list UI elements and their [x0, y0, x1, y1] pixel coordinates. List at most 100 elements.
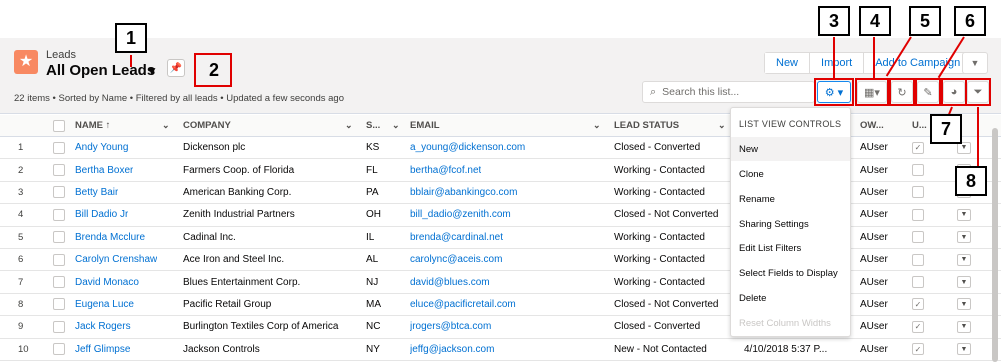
email-link[interactable]: eluce@pacificretail.com [410, 294, 516, 315]
company-cell: Zenith Industrial Partners [183, 209, 295, 221]
menu-item-rename[interactable]: Rename [731, 187, 850, 211]
email-link[interactable]: jeffg@jackson.com [410, 339, 494, 360]
chevron-down-icon[interactable]: ⌄ [162, 115, 170, 136]
callout-4: 4 [859, 6, 891, 36]
lead-status-cell: Working - Contacted [614, 231, 705, 243]
chevron-down-icon[interactable]: ⌄ [593, 115, 601, 136]
lead-name-link[interactable]: Jeff Glimpse [75, 339, 130, 360]
owner-cell: AUser [860, 276, 888, 288]
state-cell: FL [366, 164, 378, 176]
row-select-checkbox[interactable] [53, 231, 65, 244]
lead-name-link[interactable]: Carolyn Crenshaw [75, 249, 157, 270]
list-meta-info: 22 items • Sorted by Name • Filtered by … [14, 93, 344, 104]
email-link[interactable]: david@blues.com [410, 271, 490, 292]
email-link[interactable]: carolync@aceis.com [410, 249, 502, 270]
column-header-lead-status[interactable]: LEAD STATUS [614, 115, 679, 136]
email-link[interactable]: jrogers@btca.com [410, 316, 491, 337]
row-select-checkbox[interactable] [53, 208, 65, 221]
email-link[interactable]: a_young@dickenson.com [410, 137, 525, 158]
menu-item-edit-list-filters[interactable]: Edit List Filters [731, 236, 850, 260]
search-icon: ⌕ [650, 85, 657, 98]
search-input[interactable] [662, 86, 803, 98]
menu-item-select-fields[interactable]: Select Fields to Display [731, 261, 850, 285]
row-action-chevron-icon[interactable]: ▼ [957, 276, 971, 289]
menu-item-new[interactable]: New [731, 137, 850, 161]
state-cell: KS [366, 142, 380, 154]
state-cell: IL [366, 231, 375, 243]
row-select-checkbox[interactable] [53, 141, 65, 154]
company-cell: Cadinal Inc. [183, 231, 236, 243]
select-all-checkbox[interactable] [53, 119, 65, 132]
checkmark-icon: ✓ [912, 343, 924, 356]
column-header-state[interactable]: S... [366, 115, 380, 136]
row-number: 7 [18, 276, 24, 288]
callout-1: 1 [115, 23, 147, 53]
lead-status-cell: New - Not Contacted [614, 343, 707, 355]
state-cell: PA [366, 186, 379, 198]
checkmark-icon: ✓ [912, 141, 924, 154]
email-link[interactable]: brenda@cardinal.net [410, 227, 503, 248]
row-action-chevron-icon[interactable]: ▼ [957, 320, 971, 333]
email-link[interactable]: bblair@abankingco.com [410, 182, 517, 203]
row-select-checkbox[interactable] [53, 320, 65, 333]
company-cell: American Banking Corp. [183, 186, 292, 198]
lead-icon: ★ [14, 50, 38, 74]
list-view-title[interactable]: All Open Leads [46, 62, 155, 79]
lead-name-link[interactable]: Brenda Mcclure [75, 227, 145, 248]
email-link[interactable]: bill_dadio@zenith.com [410, 204, 511, 225]
lead-status-cell: Working - Contacted [614, 254, 705, 266]
list-view-controls-menu: LIST VIEW CONTROLS New Clone Rename Shar… [730, 107, 851, 337]
row-select-checkbox[interactable] [53, 164, 65, 177]
company-cell: Burlington Textiles Corp of America [183, 321, 339, 333]
chevron-down-icon[interactable]: ⌄ [345, 115, 353, 136]
column-header-name[interactable]: NAME ↑ [75, 115, 110, 136]
search-box: ⌕ [642, 81, 815, 103]
unread-checkbox [912, 208, 924, 221]
row-select-checkbox[interactable] [53, 253, 65, 266]
chevron-down-icon[interactable]: ▼ [146, 64, 158, 78]
more-actions-button[interactable]: ▼ [962, 52, 988, 74]
column-header-unread[interactable]: U... [912, 115, 927, 136]
lead-name-link[interactable]: Eugena Luce [75, 294, 134, 315]
pin-icon[interactable]: 📌 [167, 59, 185, 77]
row-action-chevron-icon[interactable]: ▼ [957, 298, 971, 311]
row-select-checkbox[interactable] [53, 343, 65, 356]
lead-name-link[interactable]: Jack Rogers [75, 316, 131, 337]
column-header-email[interactable]: EMAIL [410, 115, 440, 136]
annotation-box-8 [965, 78, 991, 106]
menu-item-clone[interactable]: Clone [731, 162, 850, 186]
column-header-company[interactable]: COMPANY [183, 115, 231, 136]
company-cell: Pacific Retail Group [183, 298, 272, 310]
unread-checkbox [912, 276, 924, 289]
scrollbar[interactable] [992, 128, 998, 362]
chevron-down-icon[interactable]: ⌄ [392, 115, 400, 136]
lead-status-cell: Working - Contacted [614, 276, 705, 288]
menu-item-sharing-settings[interactable]: Sharing Settings [731, 212, 850, 236]
row-select-checkbox[interactable] [53, 186, 65, 199]
row-number: 9 [18, 321, 24, 333]
annotation-box-5 [889, 78, 915, 106]
owner-cell: AUser [860, 343, 888, 355]
chevron-down-icon[interactable]: ⌄ [718, 115, 726, 136]
lead-name-link[interactable]: David Monaco [75, 271, 139, 292]
lead-name-link[interactable]: Bill Dadio Jr [75, 204, 128, 225]
row-select-checkbox[interactable] [53, 298, 65, 311]
row-action-chevron-icon[interactable]: ▼ [957, 253, 971, 266]
lead-name-link[interactable]: Bertha Boxer [75, 159, 133, 180]
row-action-chevron-icon[interactable]: ▼ [957, 231, 971, 244]
row-select-checkbox[interactable] [53, 276, 65, 289]
add-to-campaign-button[interactable]: Add to Campaign [864, 53, 972, 73]
lead-name-link[interactable]: Andy Young [75, 137, 128, 158]
row-action-chevron-icon[interactable]: ▼ [957, 208, 971, 221]
import-button[interactable]: Import [810, 53, 865, 73]
row-action-chevron-icon[interactable]: ▼ [957, 343, 971, 356]
email-link[interactable]: bertha@fcof.net [410, 159, 481, 180]
annotation-box-6 [915, 78, 941, 106]
lead-status-cell: Working - Contacted [614, 186, 705, 198]
lead-name-link[interactable]: Betty Bair [75, 182, 118, 203]
menu-item-delete[interactable]: Delete [731, 286, 850, 310]
row-number: 10 [18, 343, 29, 355]
column-header-owner[interactable]: OW... [860, 115, 884, 136]
new-button[interactable]: New [765, 53, 811, 73]
row-number: 3 [18, 186, 24, 198]
